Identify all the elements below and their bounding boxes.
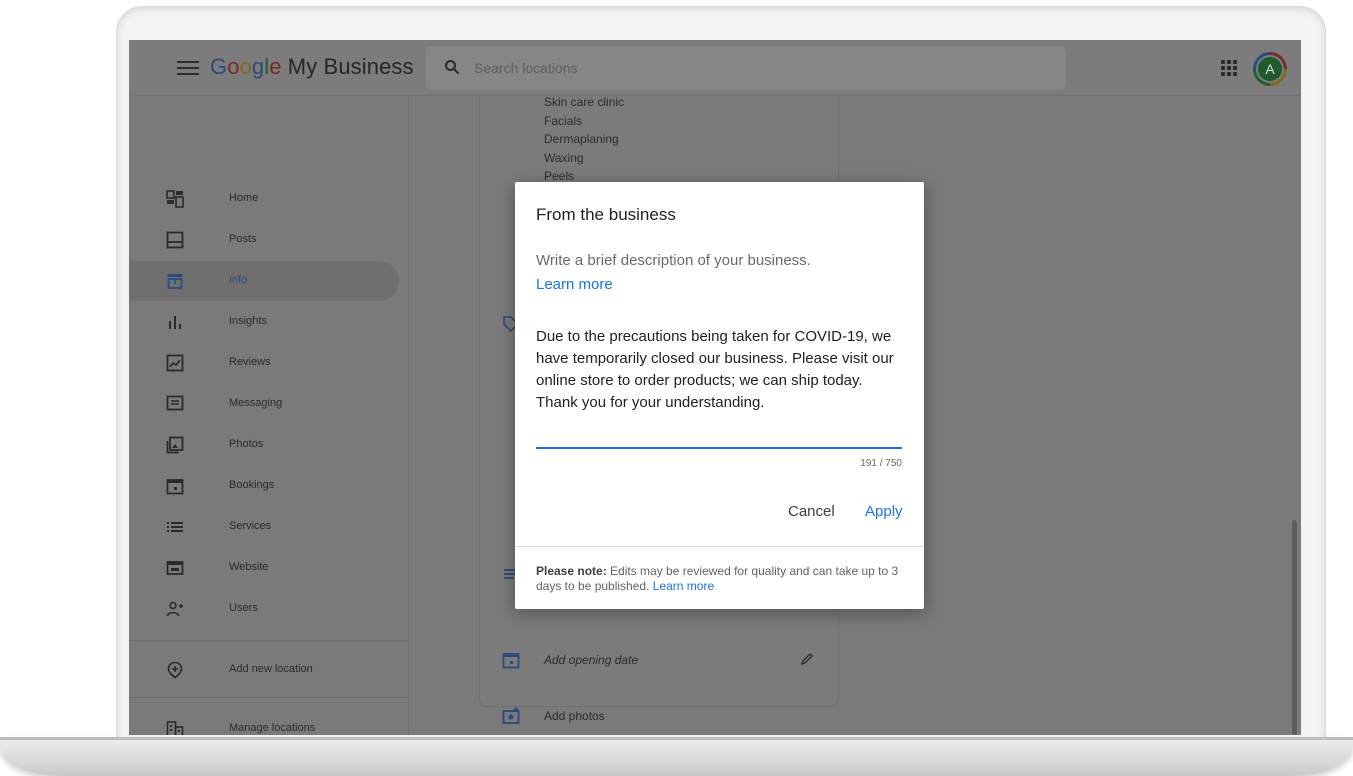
- scrollbar[interactable]: [1292, 520, 1297, 735]
- sidebar-item-info[interactable]: Info: [129, 261, 399, 301]
- sidebar: Home Posts Info Insights Reviews Messagi…: [129, 97, 409, 735]
- search-bar[interactable]: [426, 46, 1066, 90]
- search-input[interactable]: [474, 58, 1034, 78]
- note-learn-more-link[interactable]: Learn more: [653, 579, 714, 593]
- avatar-initial: A: [1256, 55, 1284, 83]
- sidebar-item-label: Website: [229, 561, 269, 573]
- sidebar-item-home[interactable]: Home: [129, 179, 399, 219]
- sidebar-item-label: Info: [229, 274, 248, 286]
- sidebar-item-website[interactable]: Website: [129, 548, 399, 588]
- add-photos-label[interactable]: Add photos: [544, 709, 605, 723]
- sidebar-item-label: Services: [229, 520, 272, 532]
- hamburger-menu-icon[interactable]: [177, 58, 199, 78]
- message-icon: [166, 395, 184, 411]
- sidebar-item-label: Home: [229, 192, 259, 204]
- sidebar-item-label: Add new location: [229, 663, 313, 675]
- logo-product-name: My Business: [281, 54, 414, 79]
- review-note: Please note: Edits may be reviewed for q…: [536, 564, 906, 594]
- sidebar-item-services[interactable]: Services: [129, 507, 399, 547]
- sidebar-item-add-location[interactable]: Add new location: [129, 650, 399, 690]
- app-logo[interactable]: Google My Business: [210, 54, 414, 80]
- laptop-hinge: [0, 737, 1353, 740]
- sidebar-item-label: Insights: [229, 315, 267, 327]
- description-textarea[interactable]: Due to the precautions being taken for C…: [536, 326, 906, 414]
- top-bar: Google My Business A: [129, 40, 1301, 96]
- sidebar-divider: [129, 640, 409, 641]
- bar-chart-icon: [169, 316, 181, 329]
- sidebar-item-label: Posts: [229, 233, 257, 245]
- website-icon: [166, 561, 184, 575]
- sidebar-item-bookings[interactable]: Bookings: [129, 466, 399, 506]
- photos-icon: [166, 436, 184, 454]
- note-label: Please note:: [536, 564, 607, 578]
- dashboard-icon: [166, 190, 184, 208]
- list-icon: [167, 522, 183, 532]
- apply-button[interactable]: Apply: [865, 503, 903, 520]
- category-list: Skin care clinic Facials Dermaplaning Wa…: [544, 93, 624, 186]
- laptop-base: [0, 737, 1353, 776]
- sidebar-item-users[interactable]: Users: [129, 589, 399, 629]
- category-item: Skin care clinic: [544, 95, 625, 109]
- sidebar-item-reviews[interactable]: Reviews: [129, 343, 399, 383]
- sidebar-item-messaging[interactable]: Messaging: [129, 384, 399, 424]
- sidebar-divider: [129, 697, 409, 698]
- sidebar-item-insights[interactable]: Insights: [129, 302, 399, 342]
- sidebar-item-posts[interactable]: Posts: [129, 220, 399, 260]
- cancel-button[interactable]: Cancel: [788, 503, 835, 520]
- apps-grid-icon[interactable]: [1221, 60, 1237, 76]
- character-count: 191 / 750: [860, 458, 902, 469]
- learn-more-link[interactable]: Learn more: [536, 276, 613, 293]
- calendar-icon: [502, 653, 520, 669]
- sidebar-item-label: Photos: [229, 438, 264, 450]
- sidebar-item-label: Manage locations: [229, 722, 316, 734]
- dialog-description: Write a brief description of your busine…: [536, 252, 811, 269]
- avatar[interactable]: A: [1253, 52, 1287, 86]
- sidebar-item-label: Messaging: [229, 397, 283, 409]
- buildings-icon: [166, 721, 184, 735]
- opening-date-label[interactable]: Add opening date: [544, 653, 638, 667]
- dialog-divider: [515, 546, 924, 547]
- sidebar-item-photos[interactable]: Photos: [129, 425, 399, 465]
- category-item: Waxing: [544, 150, 584, 165]
- textarea-underline: [536, 447, 902, 449]
- business-description-dialog: From the business Write a brief descript…: [515, 182, 924, 609]
- add-photo-icon: [502, 707, 520, 724]
- pencil-icon[interactable]: [800, 652, 814, 666]
- sidebar-item-label: Users: [229, 602, 258, 614]
- add-user-icon: [166, 601, 183, 617]
- sidebar-item-manage-locations[interactable]: Manage locations: [129, 709, 399, 735]
- sidebar-item-label: Bookings: [229, 479, 275, 491]
- laptop-frame: Google My Business A Home Posts Info: [0, 0, 1353, 776]
- category-item: Facials: [544, 113, 583, 128]
- category-item: Dermaplaning: [544, 132, 619, 146]
- posts-icon: [166, 231, 184, 249]
- sidebar-item-label: Reviews: [229, 356, 271, 368]
- calendar-icon: [166, 479, 184, 495]
- search-icon: [445, 60, 460, 75]
- reviews-icon: [166, 354, 184, 372]
- dialog-title: From the business: [536, 205, 676, 224]
- storefront-icon: [167, 274, 183, 289]
- add-location-icon: [167, 661, 183, 679]
